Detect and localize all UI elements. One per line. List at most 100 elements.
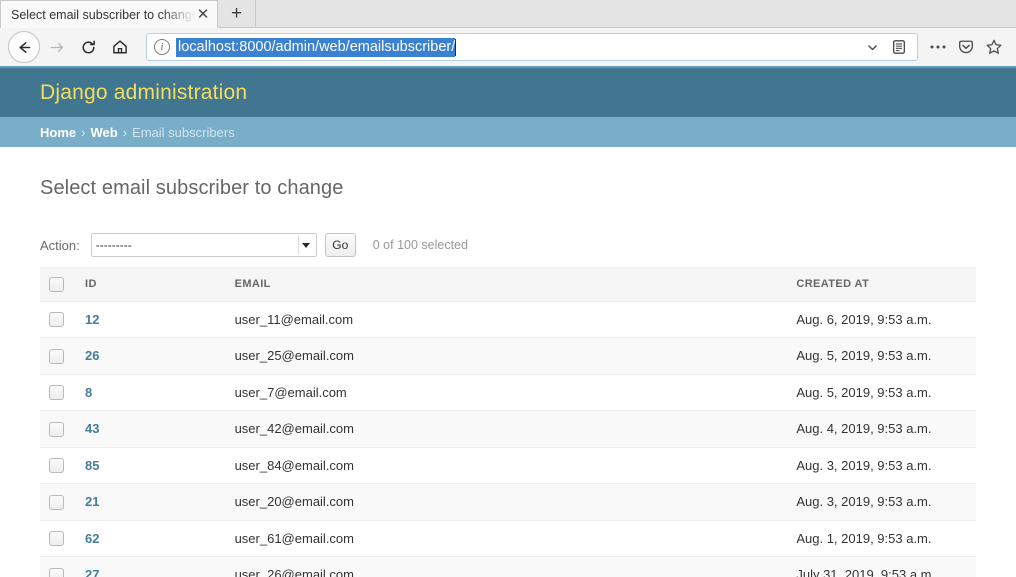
created-at-cell: Aug. 4, 2019, 9:53 a.m. [786,410,976,448]
table-row: 26 user_25@email.com Aug. 5, 2019, 9:53 a.… [40,337,976,375]
url-bar-actions [859,34,913,60]
chevron-down-icon[interactable] [859,34,885,60]
email-cell: user_84@email.com [224,447,787,484]
row-id-link[interactable]: 62 [85,531,99,546]
reload-icon[interactable] [72,31,104,63]
row-select-cell [40,374,75,411]
table-row: 27 user_26@email.com July 31, 2019, 9:53 a… [40,556,976,577]
row-checkbox[interactable] [49,531,64,547]
select-all-header [40,268,75,302]
row-id-link[interactable]: 27 [85,567,99,577]
email-cell: user_20@email.com [224,483,787,521]
action-label: Action: [40,237,80,253]
breadcrumb-item-web[interactable]: Web [90,125,117,140]
email-cell: user_61@email.com [224,520,787,557]
id-cell: 8 [75,374,225,411]
created-at-cell: Aug. 5, 2019, 9:53 a.m. [786,337,976,375]
row-select-cell [40,556,75,577]
page-content: Django administration Home › Web › Email… [0,68,1016,577]
table-header-row: ID EMAIL CREATED AT [40,268,976,302]
forward-icon[interactable] [40,31,72,63]
created-at-cell: Aug. 5, 2019, 9:53 a.m. [786,374,976,411]
row-checkbox[interactable] [49,421,64,437]
row-select-cell [40,483,75,521]
id-cell: 62 [75,520,225,557]
row-id-link[interactable]: 85 [85,458,99,473]
row-checkbox[interactable] [49,494,64,510]
column-header-created-at[interactable]: CREATED AT [786,268,976,302]
row-select-cell [40,410,75,448]
browser-window: Select email subscriber to change ✕ + i … [0,0,1016,577]
navigation-toolbar: i localhost:8000/admin/web/emailsubscrib… [0,28,1016,68]
breadcrumb-separator: › [81,124,86,140]
breadcrumb-item-home[interactable]: Home [40,125,76,140]
url-bar[interactable]: i localhost:8000/admin/web/emailsubscrib… [146,33,918,61]
table-row: 12 user_11@email.com Aug. 6, 2019, 9:53 a.… [40,301,976,338]
row-id-link[interactable]: 43 [85,421,99,436]
table-row: 8 user_7@email.com Aug. 5, 2019, 9:53 a.m. [40,374,976,411]
site-branding[interactable]: Django administration [40,81,247,105]
table-head: ID EMAIL CREATED AT [40,268,976,302]
row-select-cell [40,520,75,557]
row-checkbox[interactable] [49,458,64,474]
pocket-icon[interactable] [952,33,980,61]
table-row: 21 user_20@email.com Aug. 3, 2019, 9:53 a.… [40,483,976,521]
django-header: Django administration [0,68,1016,117]
email-cell: user_26@email.com [224,556,787,577]
info-icon[interactable]: i [154,39,170,55]
row-id-link[interactable]: 21 [85,494,99,509]
created-at-cell: Aug. 3, 2019, 9:53 a.m. [786,483,976,521]
results-container: ID EMAIL CREATED AT 12 user_11@email.com A… [40,268,976,577]
ellipsis-icon[interactable] [924,33,952,61]
email-cell: user_25@email.com [224,337,787,375]
id-cell: 43 [75,410,225,448]
browser-tab[interactable]: Select email subscriber to change ✕ [0,0,218,28]
go-button[interactable]: Go [324,233,356,257]
table-row: 85 user_84@email.com Aug. 3, 2019, 9:53 a.… [40,447,976,484]
id-cell: 27 [75,556,225,577]
email-cell: user_11@email.com [224,301,787,338]
row-id-link[interactable]: 8 [85,385,92,400]
row-checkbox[interactable] [49,348,64,364]
home-icon[interactable] [104,31,136,63]
tab-title: Select email subscriber to change [11,7,195,22]
id-cell: 85 [75,447,225,484]
breadcrumb-separator: › [122,124,128,140]
created-at-cell: Aug. 6, 2019, 9:53 a.m. [786,301,976,338]
url-input[interactable]: localhost:8000/admin/web/emailsubscriber… [176,37,456,57]
results-table: ID EMAIL CREATED AT 12 user_11@email.com A… [40,268,976,577]
email-cell: user_42@email.com [224,410,787,448]
close-icon[interactable]: ✕ [195,7,211,23]
text-caret [455,38,457,56]
breadcrumb-item-current: Email subscribers [132,124,235,140]
column-header-id[interactable]: ID [75,268,225,302]
email-cell: user_7@email.com [224,374,787,411]
table-body: 12 user_11@email.com Aug. 6, 2019, 9:53 a.… [40,301,976,577]
reader-view-icon[interactable] [885,34,913,60]
table-row: 43 user_42@email.com Aug. 4, 2019, 9:53 a.… [40,410,976,448]
id-cell: 21 [75,483,225,521]
row-id-link[interactable]: 26 [85,348,99,363]
page-title: Select email subscriber to change [40,177,344,199]
star-icon[interactable] [980,33,1008,61]
select-all-checkbox[interactable] [49,276,64,292]
created-at-cell: Aug. 3, 2019, 9:53 a.m. [786,447,976,484]
id-cell: 12 [75,301,225,338]
actions-toolbar: Action: --------- Go 0 of 100 selected [40,233,976,268]
back-icon[interactable] [8,31,40,63]
created-at-cell: Aug. 1, 2019, 9:53 a.m. [786,520,976,557]
row-id-link[interactable]: 12 [85,312,99,327]
action-select[interactable]: --------- [90,233,317,257]
main-content: Select email subscriber to change Action… [0,177,1016,577]
id-cell: 26 [75,337,225,375]
row-checkbox[interactable] [49,567,64,577]
new-tab-button[interactable]: + [218,0,256,28]
table-row: 62 user_61@email.com Aug. 1, 2019, 9:53 a.… [40,520,976,557]
column-header-email[interactable]: EMAIL [224,268,787,302]
row-select-cell [40,447,75,484]
row-select-cell [40,337,75,375]
row-checkbox[interactable] [49,385,64,401]
row-checkbox[interactable] [49,312,64,328]
action-select-wrapper: --------- [90,233,317,257]
tab-strip: Select email subscriber to change ✕ + [0,0,1016,28]
